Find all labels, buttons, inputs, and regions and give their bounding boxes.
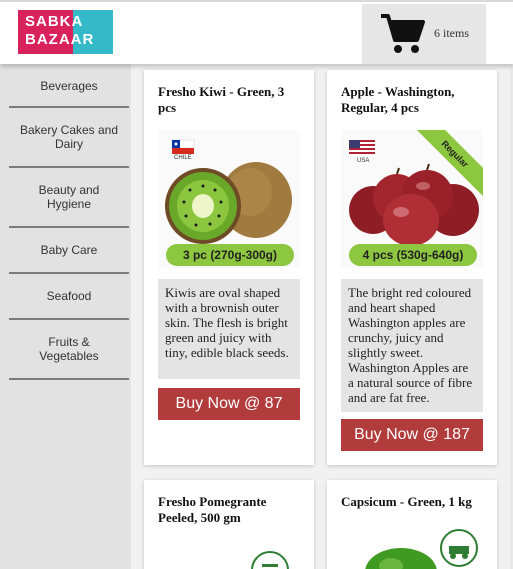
logo-text: SABKA BAZAAR	[25, 13, 113, 49]
product-card-pomegranate: Fresho Pomegrante Peeled, 500 gm	[144, 480, 314, 569]
product-card-apple: Apple - Washington, Regular, 4 pcs USA R…	[327, 70, 497, 465]
sidebar-item-label: Seafood	[46, 289, 92, 303]
product-image-apple[interactable]: USA Regular 4 pcs (530g-640g)	[341, 130, 483, 268]
sidebar-item-label: Beverages	[40, 79, 98, 93]
origin-label: CHILE	[174, 155, 192, 161]
logo-line-1: SABKA	[25, 13, 84, 30]
cart-button[interactable]: 6 items	[362, 4, 486, 64]
product-title: Apple - Washington, Regular, 4 pcs	[341, 84, 455, 115]
product-description: The bright red coloured and heart shaped…	[341, 279, 483, 412]
veg-badge-icon	[251, 551, 289, 569]
sidebar-item-label: Bakery Cakes and Dairy	[19, 123, 119, 151]
sidebar-item-fruits-vegetables[interactable]: Fruits & Vegetables	[9, 320, 129, 380]
cart-item-count: 6 items	[434, 26, 469, 40]
capsicum-illustration	[365, 529, 478, 569]
product-image-pomegranate[interactable]	[158, 540, 300, 569]
sidebar-item-bakery-cakes-dairy[interactable]: Bakery Cakes and Dairy	[9, 108, 129, 168]
pack-size-badge: 3 pc (270g-300g)	[166, 244, 294, 266]
sidebar-item-beverages[interactable]: Beverages	[9, 66, 129, 108]
sidebar-item-label: Beauty and Hygiene	[38, 183, 100, 211]
category-sidebar: Beverages Bakery Cakes and Dairy Beauty …	[0, 64, 131, 569]
product-description: Kiwis are oval shaped with a brownish ou…	[158, 279, 300, 379]
sabka-bazaar-logo[interactable]: SABKA BAZAAR	[18, 10, 113, 54]
origin-label: USA	[357, 158, 370, 164]
product-title: Capsicum - Green, 1 kg	[341, 494, 472, 509]
buy-now-button[interactable]: Buy Now @ 187	[341, 419, 483, 451]
product-title: Fresho Pomegrante Peeled, 500 gm	[158, 494, 267, 525]
product-title: Fresho Kiwi - Green, 3 pcs	[158, 84, 285, 115]
sidebar-item-seafood[interactable]: Seafood	[9, 274, 129, 320]
pack-size-badge: 4 pcs (530g-640g)	[349, 244, 477, 266]
site-header: SABKA BAZAAR 6 items	[0, 0, 513, 64]
product-image-kiwi[interactable]: CHILE 3 pc (270g-300g)	[158, 130, 300, 268]
product-card-capsicum: Capsicum - Green, 1 kg	[327, 480, 497, 569]
logo-line-2: BAZAAR	[25, 31, 95, 48]
sidebar-item-label: Baby Care	[40, 243, 98, 257]
sidebar-item-beauty-hygiene[interactable]: Beauty and Hygiene	[9, 168, 129, 228]
product-image-capsicum[interactable]	[341, 528, 483, 569]
sidebar-item-baby-care[interactable]: Baby Care	[9, 228, 129, 274]
sidebar-item-label: Fruits & Vegetables	[39, 335, 99, 363]
buy-now-button[interactable]: Buy Now @ 87	[158, 388, 300, 420]
product-card-kiwi: Fresho Kiwi - Green, 3 pcs CHILE 3 pc (2…	[144, 70, 314, 465]
cart-icon	[381, 14, 425, 53]
